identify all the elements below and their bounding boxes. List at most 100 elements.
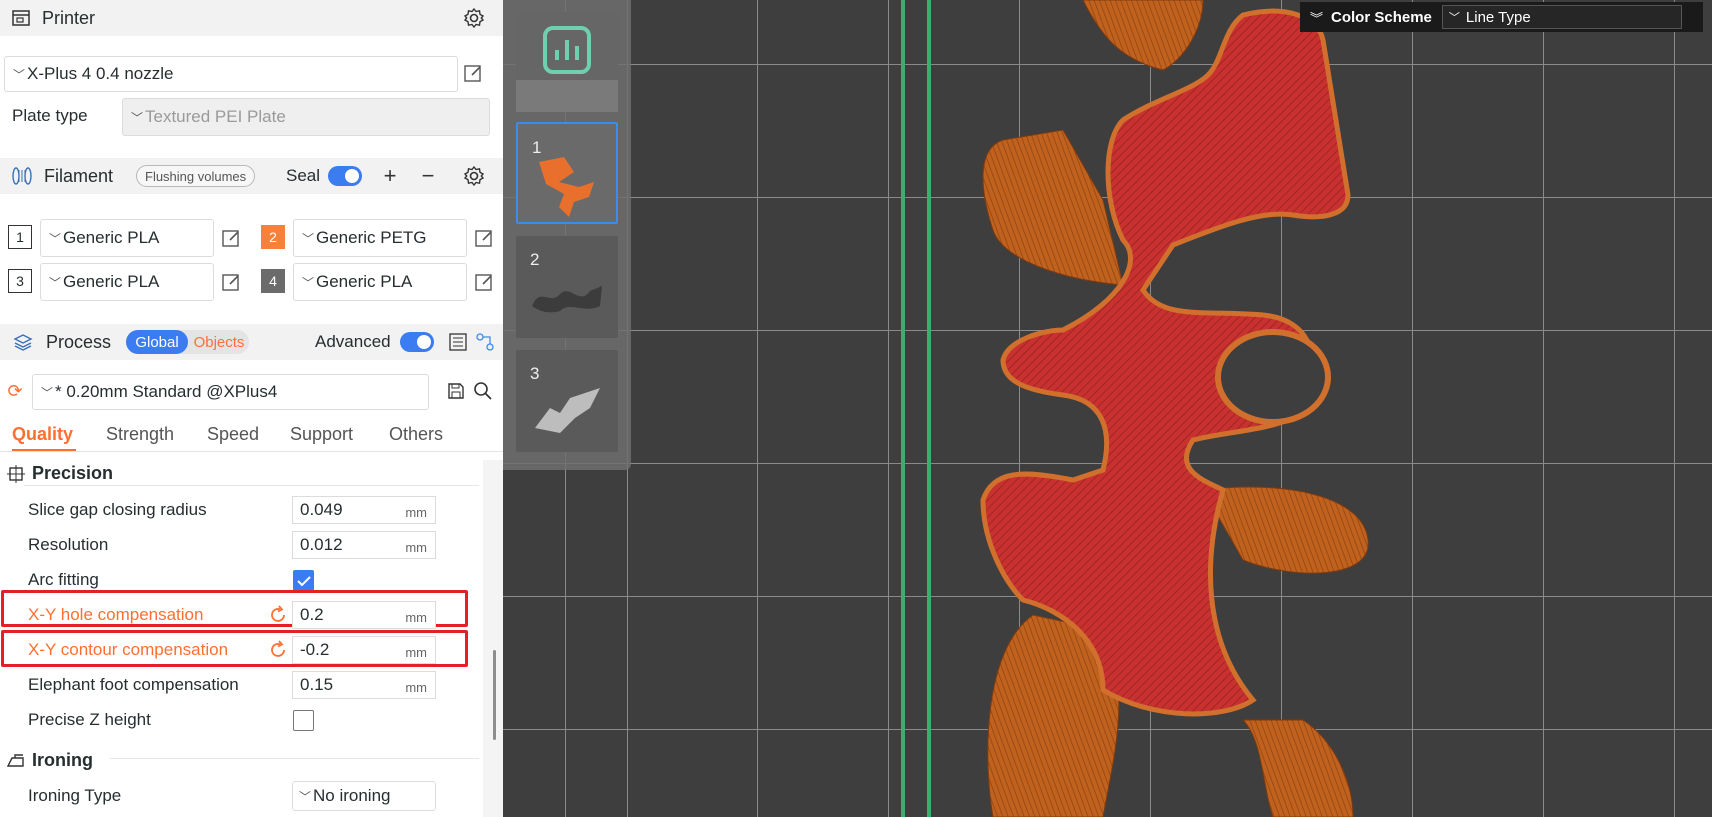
chart-bars-icon: [543, 26, 591, 74]
active-tab-underline: [12, 449, 76, 451]
sliced-model-preview: [980, 0, 1369, 817]
filament-1-name: Generic PLA: [63, 228, 160, 247]
precision-title-text: Precision: [32, 463, 114, 483]
plate-thumbnail-3[interactable]: 3: [516, 350, 618, 452]
list-view-icon[interactable]: [447, 331, 469, 353]
xy-contour-compensation-label: X-Y contour compensation: [28, 640, 229, 659]
global-toggle-option[interactable]: Global: [126, 330, 188, 354]
ironing-divider: [110, 758, 479, 759]
resolution-label: Resolution: [28, 535, 109, 554]
arc-fitting-label: Arc fitting: [28, 570, 99, 589]
filament-1-edit-icon[interactable]: [220, 227, 242, 249]
chevron-down-icon: ﹀: [301, 231, 314, 246]
color-scheme-bar: ︾ Color Scheme ﹀ Line Type: [1300, 2, 1703, 32]
xy-contour-unit: mm: [405, 645, 427, 660]
filament-3-select[interactable]: ﹀ Generic PLA: [40, 263, 214, 301]
slice-summary-button[interactable]: [516, 12, 618, 112]
tab-quality[interactable]: Quality: [12, 424, 73, 445]
plate-type-select[interactable]: ﹀ Textured PEI Plate: [122, 98, 490, 136]
chevron-down-icon: ﹀: [48, 275, 61, 290]
plate-type-label: Plate type: [12, 106, 88, 125]
chevron-down-icon: ﹀: [12, 67, 25, 82]
color-scheme-select[interactable]: ﹀ Line Type: [1441, 5, 1682, 29]
plate-2-number: 2: [530, 250, 540, 269]
filament-index-3: 3: [8, 269, 32, 293]
process-preset-select[interactable]: ﹀ * 0.20mm Standard @XPlus4: [32, 374, 429, 410]
slice-gap-input[interactable]: 0.049 mm: [292, 496, 436, 524]
global-objects-switch[interactable]: Global Objects: [126, 330, 249, 354]
xy-hole-reset-icon[interactable]: [268, 605, 288, 625]
tab-speed[interactable]: Speed: [207, 424, 259, 445]
color-scheme-title: Color Scheme: [1331, 8, 1432, 26]
advanced-toggle[interactable]: [400, 332, 434, 352]
seal-label: Seal: [286, 166, 321, 185]
filament-1-select[interactable]: ﹀ Generic PLA: [40, 219, 214, 257]
printer-edit-icon[interactable]: [462, 62, 484, 84]
objects-toggle-option[interactable]: Objects: [190, 330, 248, 354]
plate-2-model-preview: [532, 286, 602, 313]
seal-toggle[interactable]: [328, 166, 362, 186]
flushing-volumes-button[interactable]: Flushing volumes: [136, 165, 256, 187]
ironing-group-title: Ironing: [6, 750, 93, 771]
check-icon: [296, 575, 311, 586]
printer-icon: [10, 7, 32, 29]
xy-contour-value: -0.2: [300, 640, 330, 659]
tab-support[interactable]: Support: [290, 424, 353, 445]
filament-2-edit-icon[interactable]: [473, 227, 495, 249]
scrollbar-thumb[interactable]: [493, 650, 496, 740]
xy-contour-reset-icon[interactable]: [268, 640, 288, 660]
filament-index-2: 2: [261, 225, 285, 249]
3d-viewport[interactable]: ︾ Color Scheme ﹀ Line Type: [503, 0, 1712, 817]
compare-presets-icon[interactable]: [474, 331, 496, 353]
chevron-down-icon: ﹀: [301, 275, 314, 290]
resolution-value: 0.012: [300, 535, 343, 554]
collapse-chevrons-icon[interactable]: ︾: [1310, 8, 1323, 27]
elephant-foot-label: Elephant foot compensation: [28, 675, 239, 694]
chevron-down-icon: ﹀: [130, 110, 143, 125]
filament-4-select[interactable]: ﹀ Generic PLA: [293, 263, 467, 301]
filament-3-edit-icon[interactable]: [220, 271, 242, 293]
arc-fitting-checkbox[interactable]: [293, 570, 314, 591]
xy-contour-compensation-input[interactable]: -0.2 mm: [292, 636, 436, 664]
elephant-foot-value: 0.15: [300, 675, 334, 694]
slice-gap-label: Slice gap closing radius: [28, 500, 207, 519]
printer-title: Printer: [42, 7, 96, 28]
elephant-foot-input[interactable]: 0.15 mm: [292, 671, 436, 699]
process-layers-icon: [12, 331, 34, 353]
xy-hole-unit: mm: [405, 610, 427, 625]
save-preset-icon[interactable]: [445, 380, 467, 402]
plate-1-model-preview: [539, 157, 594, 217]
summary-footer: [516, 80, 618, 112]
filament-2-name: Generic PETG: [316, 228, 427, 247]
plate-thumbnail-1[interactable]: 1: [516, 122, 618, 224]
remove-filament-minus-icon[interactable]: −: [418, 163, 438, 188]
ironing-type-value: No ironing: [313, 786, 391, 805]
precision-divider: [24, 485, 479, 486]
ironing-type-select[interactable]: ﹀ No ironing: [292, 781, 436, 811]
process-section-header: Process Global Objects Advanced: [0, 324, 503, 360]
printer-model-select[interactable]: ﹀ X-Plus 4 0.4 nozzle: [4, 56, 458, 92]
tab-strength[interactable]: Strength: [106, 424, 174, 445]
printer-settings-gear-icon[interactable]: [463, 7, 485, 29]
chevron-down-icon: ﹀: [48, 231, 61, 246]
tab-others[interactable]: Others: [389, 424, 443, 445]
resolution-input[interactable]: 0.012 mm: [292, 531, 436, 559]
chevron-down-icon: ﹀: [1448, 12, 1460, 24]
ironing-title-text: Ironing: [32, 750, 93, 770]
add-filament-plus-icon[interactable]: +: [380, 163, 400, 188]
search-icon[interactable]: [472, 380, 494, 402]
filament-4-edit-icon[interactable]: [473, 271, 495, 293]
iron-icon: [6, 751, 26, 771]
xy-hole-compensation-input[interactable]: 0.2 mm: [292, 601, 436, 629]
scrollbar-track: [483, 460, 503, 817]
precise-z-checkbox[interactable]: [293, 710, 314, 731]
filament-title: Filament: [44, 165, 114, 186]
chevron-down-icon: ﹀: [40, 385, 53, 400]
filament-section-header: Filament Flushing volumes Seal + −: [0, 158, 503, 194]
filament-2-select[interactable]: ﹀ Generic PETG: [293, 219, 467, 257]
plate-thumbnail-2[interactable]: 2: [516, 236, 618, 338]
process-title: Process: [46, 331, 112, 352]
filament-settings-gear-icon[interactable]: [463, 165, 485, 187]
color-scheme-value: Line Type: [1465, 8, 1531, 26]
preset-reset-icon[interactable]: ⟳: [5, 381, 25, 401]
